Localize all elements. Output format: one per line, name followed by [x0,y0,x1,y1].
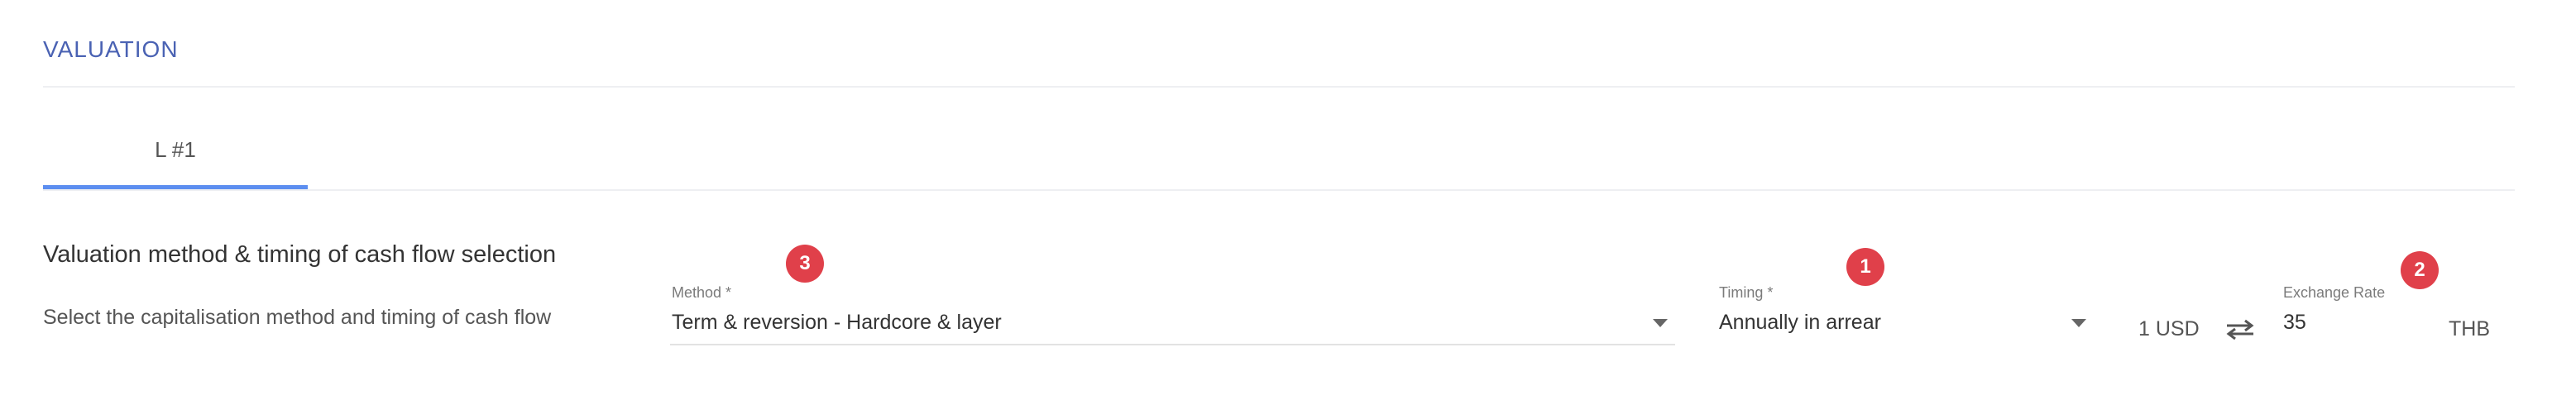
tab-l1[interactable]: L #1 [43,124,308,190]
tab-label: L #1 [155,137,196,162]
to-currency-unit: THB [2449,317,2490,340]
tabs-divider [43,189,2515,191]
valuation-method-description: Select the capitalisation method and tim… [43,306,552,329]
timing-value: Annually in arrear [1719,311,1881,334]
chevron-down-icon[interactable] [1653,319,1668,327]
method-underline [670,344,1675,345]
from-currency-unit: 1 USD [2138,317,2200,340]
timing-select[interactable]: Timing * Annually in arrear [1717,281,2090,347]
timing-label: Timing * [1719,284,1774,301]
valuation-page: VALUATION L #1 Valuation method & timing… [0,0,2576,395]
exchange-rate-label: Exchange Rate [2283,284,2386,301]
method-label: Method * [672,284,732,301]
chevron-down-icon[interactable] [2071,319,2086,327]
step-badge-1: 1 [1846,248,1884,286]
swap-arrows-icon[interactable] [2225,319,2255,340]
valuation-method-heading: Valuation method & timing of cash flow s… [43,241,557,268]
section-title: VALUATION [43,36,179,62]
method-value: Term & reversion - Hardcore & layer [672,311,1002,334]
method-select[interactable]: Method * Term & reversion - Hardcore & l… [670,281,1675,347]
step-badge-3: 3 [786,245,824,283]
section-divider [43,86,2515,88]
exchange-rate-value: 35 [2283,311,2306,334]
step-badge-2: 2 [2401,251,2439,289]
